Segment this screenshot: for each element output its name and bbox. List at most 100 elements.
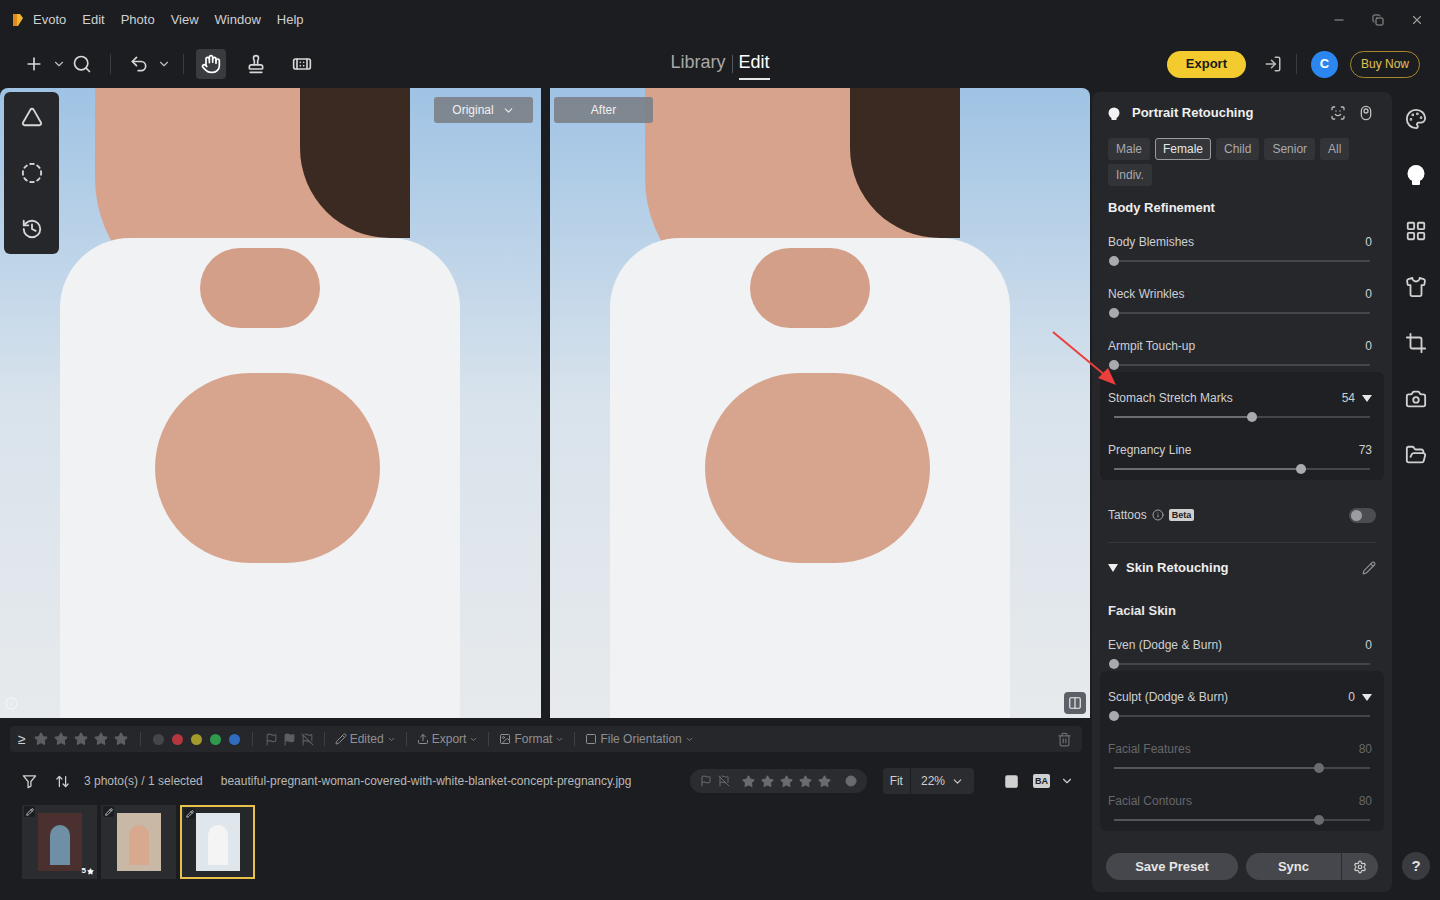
slider-knob[interactable] xyxy=(1109,659,1119,669)
search-icon[interactable] xyxy=(72,54,92,74)
single-view-icon[interactable] xyxy=(1004,774,1019,789)
color-label-dot[interactable] xyxy=(172,734,183,745)
select-icon[interactable] xyxy=(21,162,43,184)
slider-knob[interactable] xyxy=(1109,256,1119,266)
menu-item[interactable]: Window xyxy=(215,10,261,30)
slider-track[interactable] xyxy=(1114,312,1370,314)
hand-icon[interactable] xyxy=(201,54,221,74)
pane-label[interactable]: Original xyxy=(434,97,533,123)
tool-button[interactable] xyxy=(286,49,318,79)
tool-button[interactable] xyxy=(240,49,272,79)
menu-chevron-icon[interactable] xyxy=(52,57,66,71)
import-panel-icon[interactable] xyxy=(1264,55,1282,73)
portrait-icon[interactable] xyxy=(1405,164,1427,186)
flag-icon[interactable] xyxy=(265,733,278,746)
color-label-dot[interactable] xyxy=(229,734,240,745)
orientation-icon[interactable] xyxy=(585,733,597,745)
zoom-chevron-icon[interactable] xyxy=(951,775,964,788)
before-after-button[interactable]: BA xyxy=(1033,774,1050,788)
avatar[interactable]: C xyxy=(1311,51,1338,78)
heal-icon[interactable] xyxy=(292,54,312,74)
slider-knob[interactable] xyxy=(1314,815,1324,825)
slider-track[interactable] xyxy=(1114,260,1370,262)
background-icon[interactable] xyxy=(1405,220,1427,242)
edit-section-icon[interactable] xyxy=(1362,561,1376,575)
tool-button[interactable] xyxy=(66,49,98,79)
thumbnail[interactable] xyxy=(180,805,255,879)
unflagged-icon[interactable] xyxy=(301,733,314,746)
rating-operator[interactable]: ≥ xyxy=(18,729,26,750)
color-label-icon[interactable] xyxy=(845,775,857,787)
section-header[interactable]: Skin Retouching xyxy=(1108,556,1376,580)
export-icon[interactable] xyxy=(417,733,429,745)
star-icon[interactable] xyxy=(761,775,774,788)
trash-icon[interactable] xyxy=(1057,732,1072,747)
caret-down-icon[interactable] xyxy=(1362,694,1372,701)
filter-menu[interactable]: Export xyxy=(417,730,479,748)
toggle-switch[interactable] xyxy=(1349,508,1376,523)
face-detect-icon[interactable] xyxy=(1330,105,1346,121)
menu-chevron-icon[interactable] xyxy=(685,735,694,744)
save-preset-button[interactable]: Save Preset xyxy=(1106,853,1238,880)
export-button[interactable]: Export xyxy=(1167,51,1246,78)
info-icon[interactable] xyxy=(5,697,18,710)
star-icon[interactable] xyxy=(54,732,68,746)
close-icon[interactable] xyxy=(1410,13,1424,27)
clothes-icon[interactable] xyxy=(1405,276,1427,298)
fit-button[interactable]: Fit xyxy=(883,768,911,794)
undo-icon[interactable] xyxy=(129,54,149,74)
mode-tab[interactable]: Edit xyxy=(739,49,770,80)
slider-track[interactable] xyxy=(1114,819,1370,821)
expanded-triangle-icon[interactable] xyxy=(1108,564,1118,572)
sync-settings-icon[interactable] xyxy=(1353,860,1367,874)
star-icon[interactable] xyxy=(114,732,128,746)
restore-icon[interactable] xyxy=(1372,14,1384,26)
compare-icon[interactable] xyxy=(1068,696,1082,710)
buy-now-button[interactable]: Buy Now xyxy=(1350,51,1420,78)
format-icon[interactable] xyxy=(499,733,511,745)
menu-item[interactable]: Edit xyxy=(82,10,104,30)
menu-chevron-icon[interactable] xyxy=(555,735,564,744)
filter-menu[interactable]: Format xyxy=(499,730,564,748)
sort-icon[interactable] xyxy=(55,774,70,789)
slider-knob[interactable] xyxy=(1247,412,1257,422)
slider-track[interactable] xyxy=(1114,767,1370,769)
tool-button[interactable] xyxy=(196,49,226,79)
slider-knob[interactable] xyxy=(1109,308,1119,318)
star-icon[interactable] xyxy=(742,775,755,788)
side-tool[interactable] xyxy=(15,212,49,246)
minimize-icon[interactable] xyxy=(1332,13,1346,27)
menu-chevron-icon[interactable] xyxy=(387,735,396,744)
tool-button[interactable] xyxy=(18,49,50,79)
folder-icon[interactable] xyxy=(1405,444,1427,466)
star-icon[interactable] xyxy=(34,732,48,746)
zoom-select[interactable]: 22% xyxy=(911,772,974,790)
clone-icon[interactable] xyxy=(246,54,266,74)
slider-knob[interactable] xyxy=(1296,464,1306,474)
edited-icon[interactable] xyxy=(335,733,347,745)
filter-chip[interactable]: Senior xyxy=(1264,138,1315,160)
side-tool[interactable] xyxy=(15,156,49,190)
filter-chip[interactable]: Child xyxy=(1216,138,1259,160)
slider-track[interactable] xyxy=(1114,715,1370,717)
tool-button[interactable] xyxy=(123,49,155,79)
thumbnail[interactable]: 5 xyxy=(22,805,97,879)
info-icon[interactable] xyxy=(1152,509,1164,521)
star-icon[interactable] xyxy=(818,775,831,788)
compare-toggle-icon[interactable] xyxy=(1358,105,1374,121)
unflag-icon[interactable] xyxy=(718,775,730,787)
funnel-icon[interactable] xyxy=(22,774,37,789)
slider-track[interactable] xyxy=(1114,663,1370,665)
menu-item[interactable]: View xyxy=(171,10,199,30)
color-label-dot[interactable] xyxy=(153,734,164,745)
compare-button[interactable] xyxy=(1064,692,1086,714)
dropdown-chevron-icon[interactable] xyxy=(502,104,515,117)
thumbnail[interactable] xyxy=(101,805,176,879)
filter-chip[interactable]: Indiv. xyxy=(1108,164,1152,186)
slider-track[interactable] xyxy=(1114,364,1370,366)
star-icon[interactable] xyxy=(799,775,812,788)
slider-track[interactable] xyxy=(1114,468,1370,470)
camera-icon[interactable] xyxy=(1405,388,1427,410)
filter-chip[interactable]: All xyxy=(1320,138,1349,160)
star-icon[interactable] xyxy=(94,732,108,746)
